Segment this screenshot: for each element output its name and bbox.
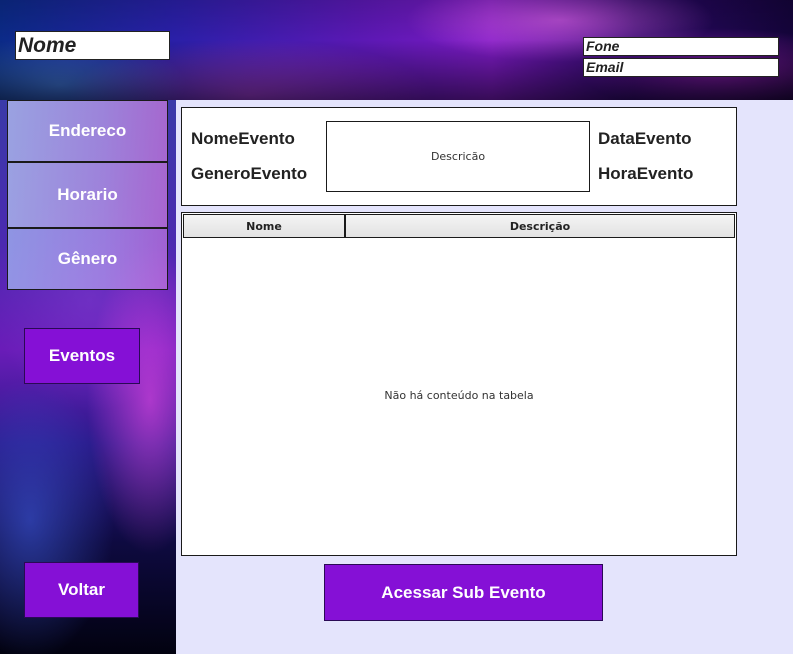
eventos-button[interactable]: Eventos	[24, 328, 140, 384]
sidebar-item-label: Horario	[57, 185, 118, 204]
hora-evento-label: HoraEvento	[598, 164, 694, 183]
nome-field[interactable]: Nome	[15, 31, 170, 60]
sidebar-item-horario[interactable]: Horario	[8, 161, 167, 227]
sidebar-nav: Endereco Horario Gênero	[7, 100, 168, 290]
email-field[interactable]: Email	[583, 58, 779, 77]
data-evento-label: DataEvento	[598, 129, 692, 148]
acessar-sub-evento-button[interactable]: Acessar Sub Evento	[324, 564, 603, 621]
voltar-button[interactable]: Voltar	[24, 562, 139, 618]
genero-evento-label: GeneroEvento	[191, 164, 308, 183]
event-info-panel: NomeEvento GeneroEvento Descricão DataEv…	[181, 107, 737, 206]
events-table[interactable]: Nome Descrição Não há conteúdo na tabela	[181, 212, 737, 556]
table-empty-message: Não há conteúdo na tabela	[384, 389, 534, 402]
sidebar: Endereco Horario Gênero Eventos Voltar	[0, 100, 176, 654]
sidebar-item-label: Gênero	[57, 249, 118, 268]
descricao-field[interactable]: Descricão	[326, 121, 590, 192]
column-header-nome[interactable]: Nome	[184, 215, 346, 237]
table-header: Nome Descrição	[183, 214, 735, 238]
column-header-descricao[interactable]: Descrição	[346, 215, 734, 237]
nome-evento-label: NomeEvento	[191, 129, 295, 148]
sidebar-item-genero[interactable]: Gênero	[8, 227, 167, 289]
sidebar-item-label: Endereco	[48, 121, 127, 140]
sidebar-item-endereco[interactable]: Endereco	[8, 101, 167, 161]
descricao-placeholder: Descricão	[430, 150, 486, 163]
fone-field[interactable]: Fone	[583, 37, 779, 56]
